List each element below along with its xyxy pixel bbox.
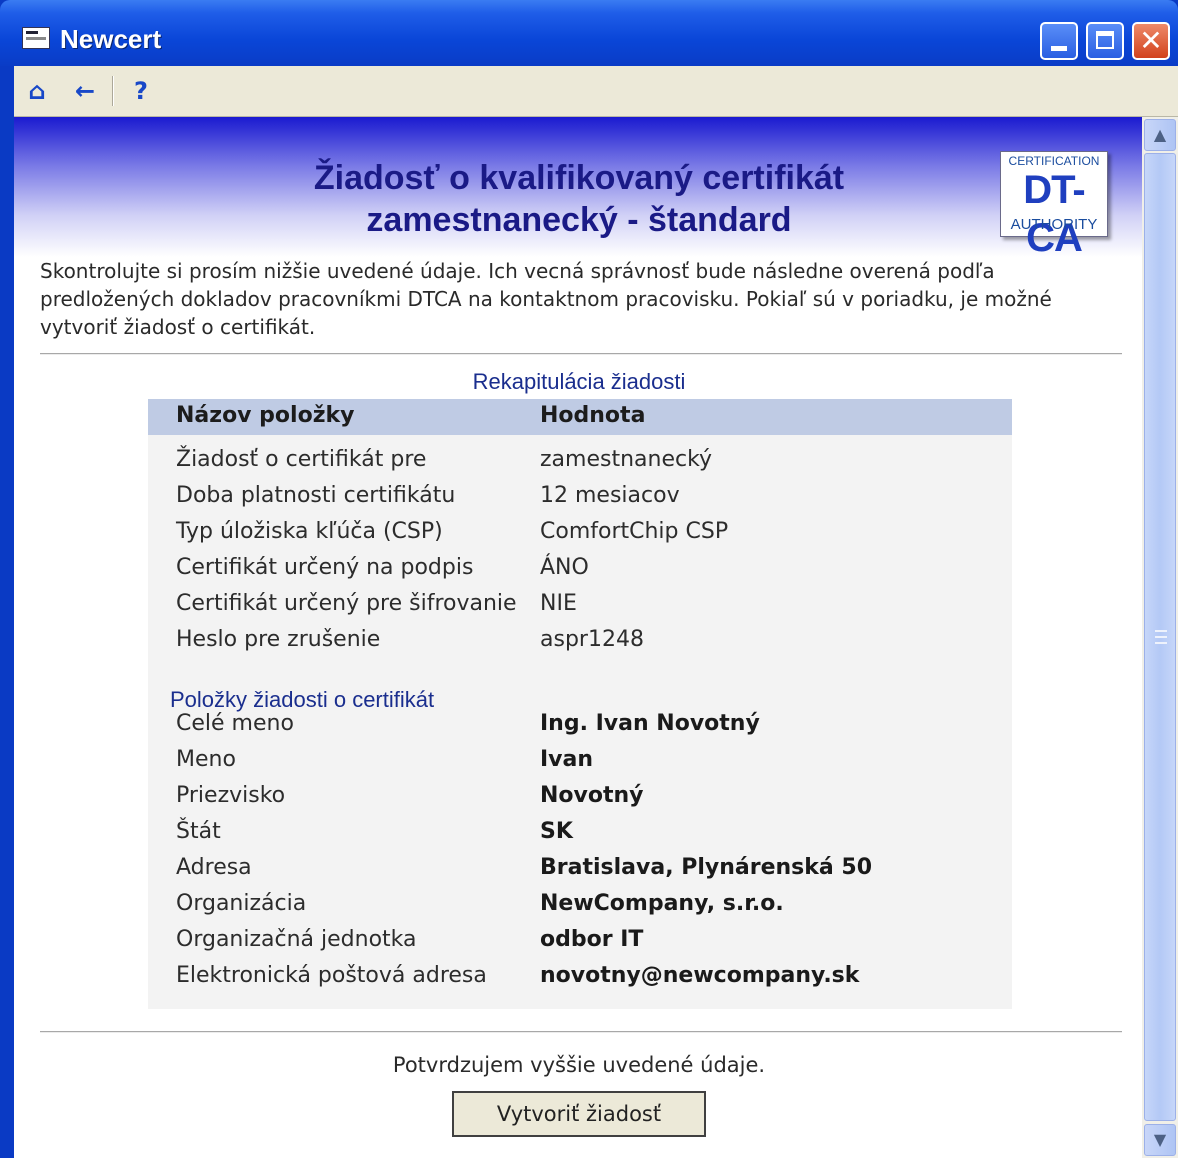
intro-text: Skontrolujte si prosím nižšie uvedené úd… (40, 259, 1052, 339)
row-label: Typ úložiska kľúča (CSP) (176, 519, 443, 544)
row-label: Heslo pre zrušenie (176, 627, 381, 652)
row-label: Žiadosť o certifikát pre (176, 447, 427, 472)
row-value: Ing. Ivan Novotný (540, 711, 760, 736)
toolbar-separator (112, 76, 114, 106)
page-title-line-2: zamestnanecký - štandard (366, 201, 792, 239)
app-window: Newcert ✕ ⌂ ← ? Žiadosť o kvalifikovaný … (0, 0, 1178, 1158)
row-value: Ivan (540, 747, 594, 772)
row-value: novotny@newcompany.sk (540, 963, 860, 988)
row-label: Priezvisko (176, 783, 286, 808)
maximize-icon (1096, 31, 1114, 49)
page-title-line-1: Žiadosť o kvalifikovaný certifikát (313, 159, 845, 197)
row-label: Organizačná jednotka (176, 927, 417, 952)
row-value: ComfortChip CSP (540, 519, 729, 544)
logo-main-text: DT-CA (1023, 168, 1085, 260)
row-value: Bratislava, Plynárenská 50 (540, 855, 872, 880)
recap-table-header: Názov položky Hodnota (148, 399, 1012, 435)
vertical-scrollbar[interactable]: ▲ ▼ (1142, 117, 1178, 1158)
title-bar[interactable]: Newcert ✕ (0, 0, 1178, 66)
items-subtitle: Položky žiadosti o certifikát (170, 687, 435, 712)
row-value: zamestnanecký (540, 447, 713, 472)
back-arrow-icon[interactable]: ← (68, 74, 102, 108)
row-label: Celé meno (176, 711, 294, 736)
row-label: Meno (176, 747, 236, 772)
home-icon[interactable]: ⌂ (20, 74, 54, 108)
row-label: Organizácia (176, 891, 307, 916)
close-button[interactable]: ✕ (1132, 22, 1170, 60)
toolbar: ⌂ ← ? (14, 66, 1178, 117)
row-value: NIE (540, 591, 577, 616)
recap-table: Názov položky Hodnota Žiadosť o certifik… (148, 399, 1012, 1009)
row-label: Elektronická poštová adresa (176, 963, 487, 988)
row-label: Certifikát určený na podpis (176, 555, 474, 580)
scrollbar-thumb[interactable] (1144, 153, 1176, 1121)
scroll-up-icon[interactable]: ▲ (1144, 119, 1176, 151)
row-value: aspr1248 (540, 627, 644, 652)
scroll-down-icon[interactable]: ▼ (1144, 1124, 1176, 1156)
divider-bottom (40, 1031, 1122, 1033)
minimize-button[interactable] (1040, 22, 1078, 60)
row-value: odbor IT (540, 927, 644, 952)
recap-title: Rekapitulácia žiadosti (472, 369, 686, 394)
scrollbar-grip-icon (1155, 630, 1167, 644)
row-label: Doba platnosti certifikátu (176, 483, 456, 508)
minimize-icon (1051, 46, 1067, 51)
app-icon (22, 27, 50, 49)
row-value: NewCompany, s.r.o. (540, 891, 784, 916)
row-label: Štát (176, 819, 221, 844)
row-value: 12 mesiacov (540, 483, 680, 508)
column-header-name: Názov položky (176, 403, 355, 428)
row-value: ÁNO (540, 555, 589, 580)
logo-bottom-text: AUTHORITY (1010, 216, 1098, 233)
row-value: Novotný (540, 783, 644, 808)
confirm-text: Potvrdzujem vyššie uvedené údaje. (392, 1053, 766, 1077)
column-header-value: Hodnota (540, 403, 646, 428)
create-request-button[interactable]: Vytvoriť žiadosť (452, 1091, 706, 1137)
dtca-logo: CERTIFICATION DT-CA AUTHORITY (1000, 151, 1108, 260)
maximize-button[interactable] (1086, 22, 1124, 60)
row-label: Adresa (176, 855, 252, 880)
divider-top (40, 353, 1122, 355)
window-title: Newcert (60, 24, 162, 54)
page-title: Žiadosť o kvalifikovaný certifikát zames… (14, 157, 1142, 241)
row-label: Certifikát určený pre šifrovanie (176, 591, 517, 616)
content-area: Žiadosť o kvalifikovaný certifikát zames… (14, 117, 1142, 1158)
row-value: SK (540, 819, 573, 844)
help-icon[interactable]: ? (124, 74, 158, 108)
close-icon: ✕ (1139, 24, 1163, 57)
